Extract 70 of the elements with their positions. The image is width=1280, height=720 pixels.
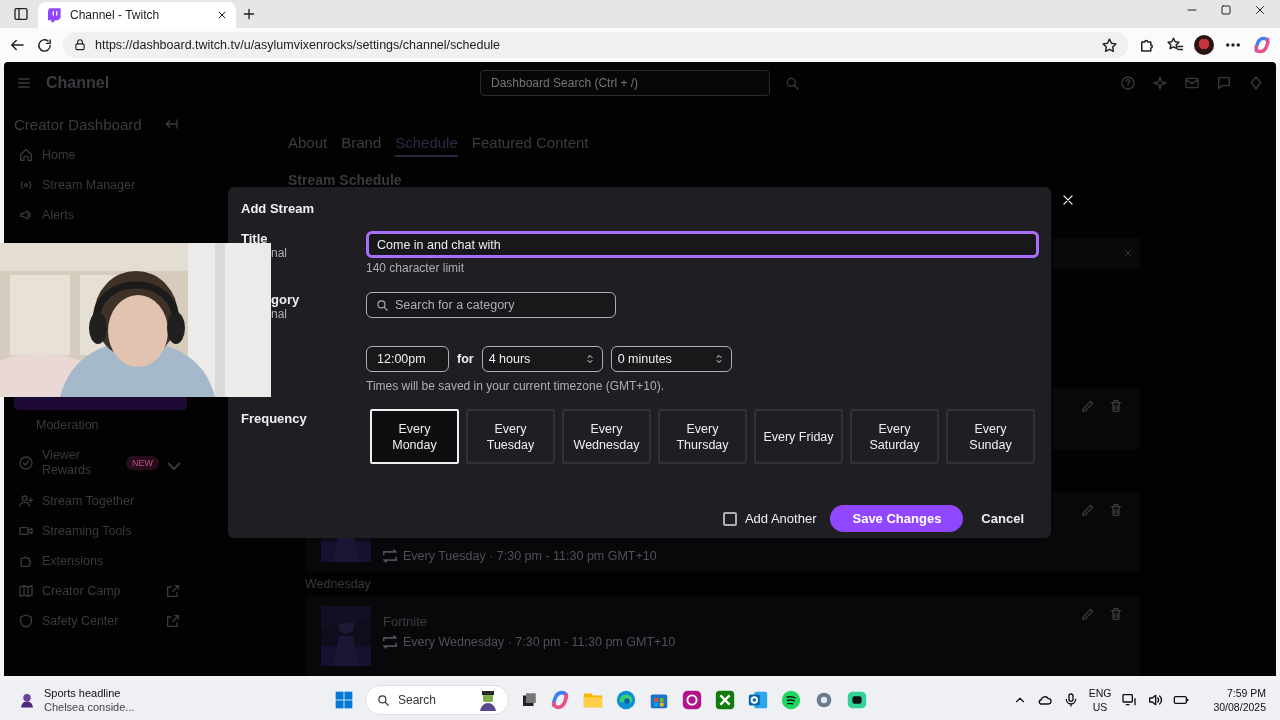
sidebar-title: Creator Dashboard [14,115,142,133]
address-bar[interactable]: https://dashboard.twitch.tv/u/asylumvixenrocks/settings/channel/schedule [63,32,1128,58]
puzzle-icon [18,553,34,569]
home-icon [18,147,34,163]
character-limit-hint: 140 character limit [366,261,466,275]
app-icon[interactable] [681,689,703,711]
day-heading: Wednesday [305,576,372,591]
day-option[interactable]: Every Monday [370,409,459,464]
checkbox[interactable] [722,511,737,526]
timezone-note: Times will be saved in your current timezone (GMT+10). [366,379,665,393]
dialog-title: Add Stream [241,201,315,217]
person-add-icon [18,493,34,509]
close-icon[interactable] [216,9,228,21]
language-indicator[interactable]: ENG US [1088,686,1112,714]
taskbar-search[interactable]: Search [365,685,509,715]
search-icon [376,693,390,707]
check-circle-icon [18,455,34,471]
refresh-icon[interactable] [36,36,53,54]
browser-icon[interactable] [615,689,637,711]
shield-icon [18,613,34,629]
day-option[interactable]: Every Sunday [946,409,1035,464]
field-label: gory [270,292,301,307]
checkbox-label: Add Another [744,511,817,526]
day-option[interactable]: Every Wednesday [562,409,651,464]
start-time-field[interactable]: 12:00pm [366,346,449,372]
volume-icon[interactable] [1147,692,1164,708]
profile-avatar[interactable] [1194,35,1214,55]
search-icon [375,298,389,312]
new-badge: NEW [126,456,159,470]
repeat-icon [383,548,397,563]
close-icon[interactable] [1061,193,1075,207]
field-note: nal [270,307,288,321]
news-headline[interactable]: Sports headline [44,686,135,700]
field-label: Frequency [241,411,308,426]
recurrence-text: Every Wednesday · 7:30 pm - 11:30 pm GMT+10 [403,635,676,649]
dashboard-search-field[interactable]: Dashboard Search (Ctrl + /) [480,70,770,96]
task-view-icon[interactable] [520,691,538,709]
site-info-icon[interactable] [73,38,87,52]
sidebar-toggle-icon[interactable] [13,6,29,22]
close-icon[interactable] [1254,4,1266,16]
save-button[interactable]: Save Changes [830,505,964,532]
news-text: Chelsea conside... [44,700,135,714]
twitch-logo-icon [46,7,62,23]
repeat-icon [383,635,397,649]
day-option[interactable]: Every Friday [754,409,843,464]
sidebar-item[interactable]: Viewer Rewards NEW [14,440,187,486]
hours-select[interactable]: 4 hours [481,346,603,372]
field-note: nal [270,246,288,260]
for-label: for [457,352,474,366]
music-icon[interactable] [780,689,802,711]
windows-start-icon[interactable] [334,690,354,710]
day-option[interactable]: Every Thursday [658,409,747,464]
recurrence-text: Every Tuesday · 7:30 pm - 11:30 pm GMT+10 [403,548,657,563]
cancel-button[interactable]: Cancel [977,511,1028,526]
title-input[interactable]: Come in and chat with [366,231,1039,258]
minutes-select[interactable]: 0 minutes [610,346,732,372]
category-search-field[interactable]: Search for a category [366,292,616,318]
browser-tab[interactable]: Channel - Twitch [38,2,236,28]
news-icon[interactable] [18,691,36,709]
maximize-icon[interactable] [1220,4,1232,16]
page-title: Channel [46,74,111,92]
star-icon[interactable] [1101,36,1118,54]
book-icon [18,583,34,599]
clock[interactable]: 7:59 PM 30/08/2025 [1213,686,1266,714]
day-option[interactable]: Every Saturday [850,409,939,464]
megaphone-icon [18,207,34,223]
field-label: Title [241,231,269,246]
section-title: Stream Schedule [288,172,403,188]
plus-icon[interactable] [241,6,257,22]
day-option[interactable]: Every Tuesday [466,409,555,464]
